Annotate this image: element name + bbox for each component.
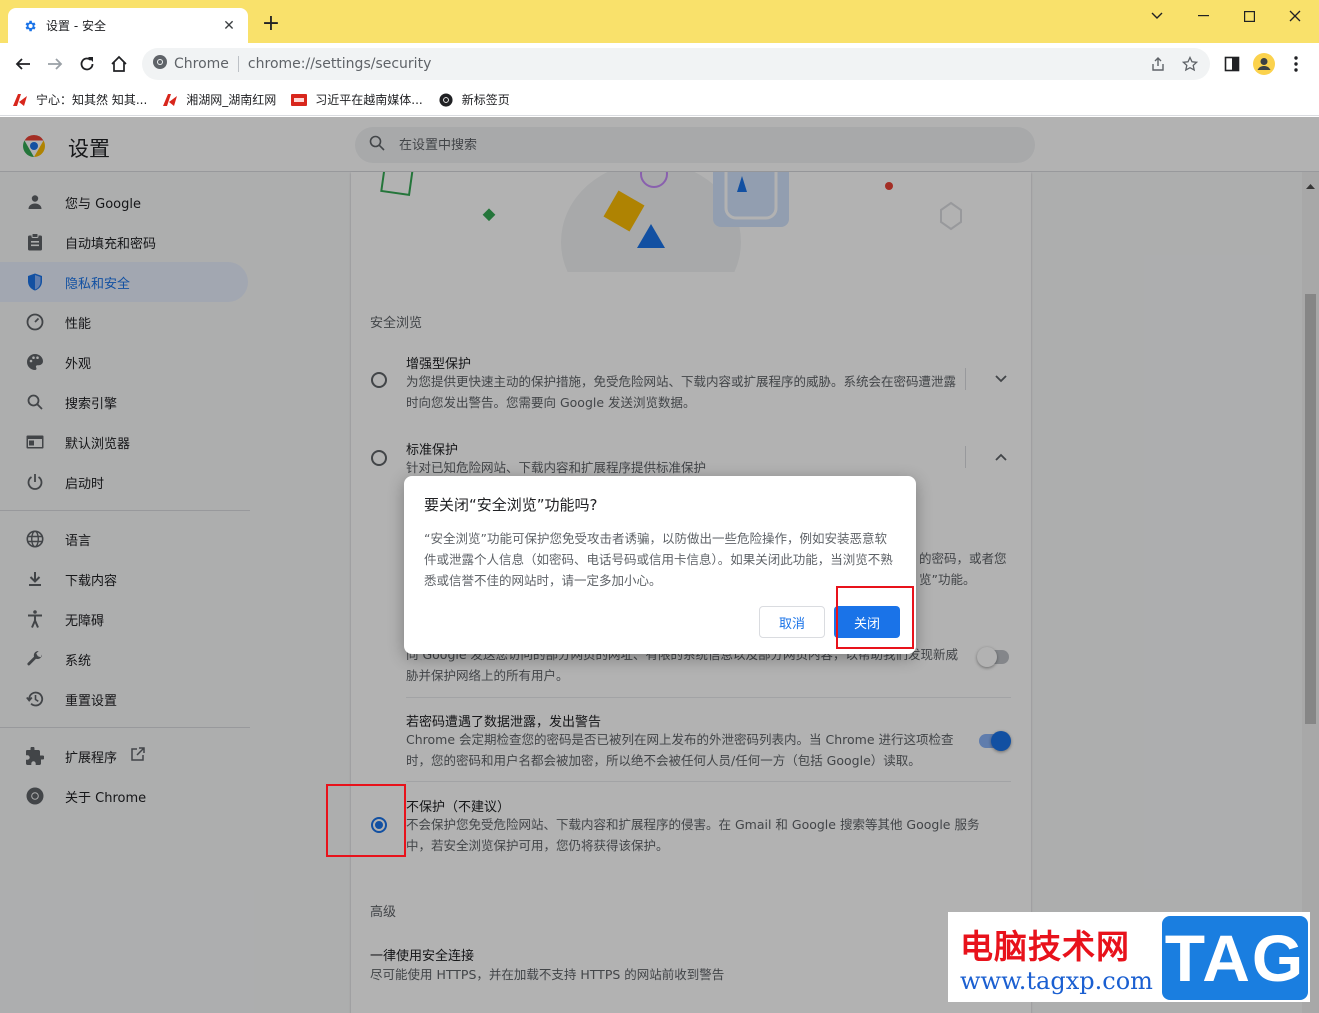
watermark-cn-text: 电脑技术网 [960, 927, 1130, 966]
news-bookmark-icon [291, 93, 308, 107]
new-tab-button[interactable]: + [258, 12, 284, 38]
back-arrow-icon[interactable] [10, 51, 36, 77]
chrome-site-icon [152, 54, 168, 74]
annotation-highlight-button [836, 586, 914, 649]
watermark-tag-logo: TAG [1162, 916, 1308, 1000]
bookmark-star-icon[interactable] [1180, 54, 1200, 74]
profile-avatar-icon[interactable] [1253, 53, 1275, 75]
share-icon[interactable] [1148, 54, 1168, 74]
minimize-icon[interactable] [1180, 0, 1226, 32]
toolbar: Chrome chrome://settings/security [0, 43, 1319, 84]
bookmark-label: 宁心：知其然 知其... [36, 93, 148, 107]
bookmark-label: 湘湖网_湖南红网 [186, 93, 277, 107]
tab-search-chevron-icon[interactable] [1134, 0, 1180, 32]
annotation-highlight-radio [326, 784, 406, 857]
maximize-icon[interactable] [1226, 0, 1272, 32]
bookmark-item[interactable]: 新标签页 [438, 91, 510, 108]
bookmarks-bar: 宁心：知其然 知其... 湘湖网_湖南红网 习近平在越南媒体... 新标签页 [0, 84, 1319, 116]
bookmark-item[interactable]: 习近平在越南媒体... [291, 91, 423, 108]
menu-kebab-icon[interactable] [1285, 53, 1307, 75]
tab-strip: 设置 - 安全 ✕ + [0, 0, 1319, 43]
watermark-url: www.tagxp.com [960, 967, 1153, 995]
side-panel-icon[interactable] [1221, 53, 1243, 75]
tab-settings-security[interactable]: 设置 - 安全 ✕ [8, 8, 248, 43]
chrome-icon [438, 92, 454, 107]
close-window-icon[interactable] [1272, 0, 1318, 32]
dialog-title: 要关闭“安全浏览”功能吗? [424, 496, 598, 514]
address-bar[interactable]: Chrome chrome://settings/security [142, 48, 1210, 80]
cancel-button[interactable]: 取消 [759, 606, 825, 638]
red-bookmark-icon [162, 93, 178, 107]
bookmark-item[interactable]: 湘湖网_湖南红网 [162, 91, 276, 108]
bookmark-label: 新标签页 [461, 93, 510, 107]
bookmark-item[interactable]: 宁心：知其然 知其... [12, 91, 147, 108]
home-icon[interactable] [106, 51, 132, 77]
red-bookmark-icon [12, 93, 28, 107]
forward-arrow-icon[interactable] [42, 51, 68, 77]
omnibox-origin: Chrome [174, 56, 229, 72]
watermark: 电脑技术网 www.tagxp.com TAG [948, 912, 1310, 1002]
omnibox-url: chrome://settings/security [247, 56, 432, 72]
gear-icon [22, 18, 38, 34]
omnibox-separator [237, 56, 239, 72]
tab-close-icon[interactable]: ✕ [220, 17, 238, 35]
tab-title: 设置 - 安全 [46, 19, 106, 33]
bookmark-label: 习近平在越南媒体... [315, 93, 423, 107]
dialog-body: “安全浏览”功能可保护您免受攻击者诱骗，以防做出一些危险操作，例如安装恶意软件或… [424, 531, 893, 588]
reload-icon[interactable] [74, 51, 100, 77]
